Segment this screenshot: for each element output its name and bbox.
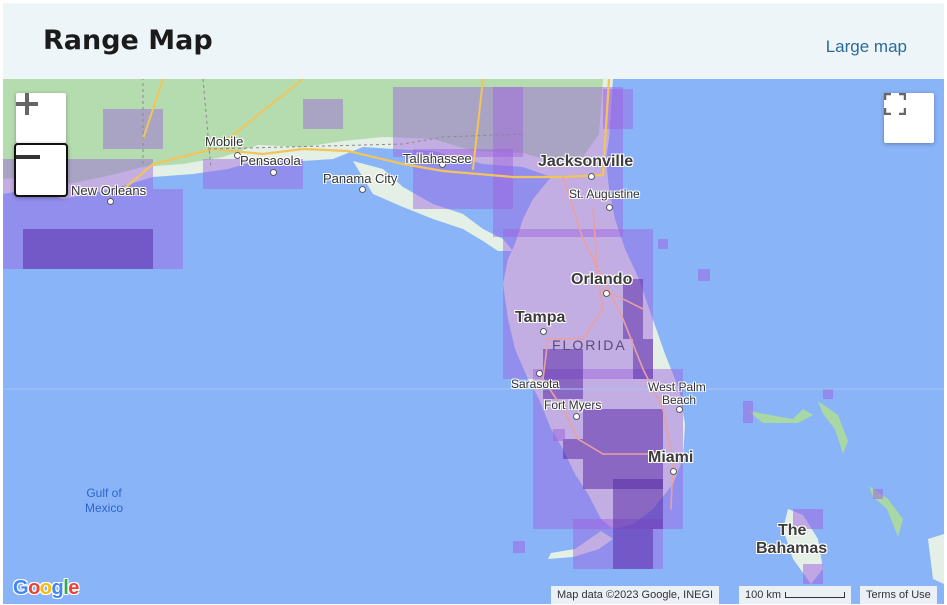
new-orleans-dot <box>107 198 114 205</box>
large-map-link[interactable]: Large map <box>826 37 907 57</box>
orlando-dot <box>603 290 610 297</box>
bahamas-islands <box>748 409 813 423</box>
panama-city-dot <box>359 186 366 193</box>
miami-dot <box>670 468 677 475</box>
pensacola-dot <box>270 169 277 176</box>
page-title: Range Map <box>43 25 213 56</box>
google-logo: Google <box>13 577 79 599</box>
scale-bar <box>785 592 846 599</box>
west-palm-beach-dot <box>676 406 683 413</box>
range-map-card: Range Map Large map Jacksonville Orlando… <box>3 3 944 604</box>
minus-icon <box>16 155 40 159</box>
tampa-dot <box>540 328 547 335</box>
fullscreen-button[interactable] <box>884 93 934 143</box>
scale-label: 100 km <box>745 589 782 601</box>
terms-of-use-link[interactable]: Terms of Use <box>860 586 937 604</box>
jacksonville-dot <box>588 173 595 180</box>
scale-control[interactable]: 100 km <box>739 586 852 604</box>
st-augustine-dot <box>606 204 613 211</box>
zoom-in-button[interactable] <box>16 93 66 143</box>
fort-myers-dot <box>573 413 580 420</box>
fullscreen-icon <box>884 93 906 115</box>
map-data-attribution[interactable]: Map data ©2023 Google, INEGI <box>551 586 720 604</box>
mobile-dot <box>234 152 241 159</box>
map-canvas <box>3 79 944 584</box>
plus-icon <box>16 93 38 115</box>
zoom-out-button[interactable] <box>14 143 68 197</box>
card-header: Range Map Large map <box>3 3 944 79</box>
range-map[interactable]: Jacksonville Orlando Tampa Miami New Orl… <box>3 79 944 604</box>
tallahassee-dot <box>439 161 446 168</box>
sarasota-dot <box>536 370 543 377</box>
range-overlay <box>3 87 683 569</box>
